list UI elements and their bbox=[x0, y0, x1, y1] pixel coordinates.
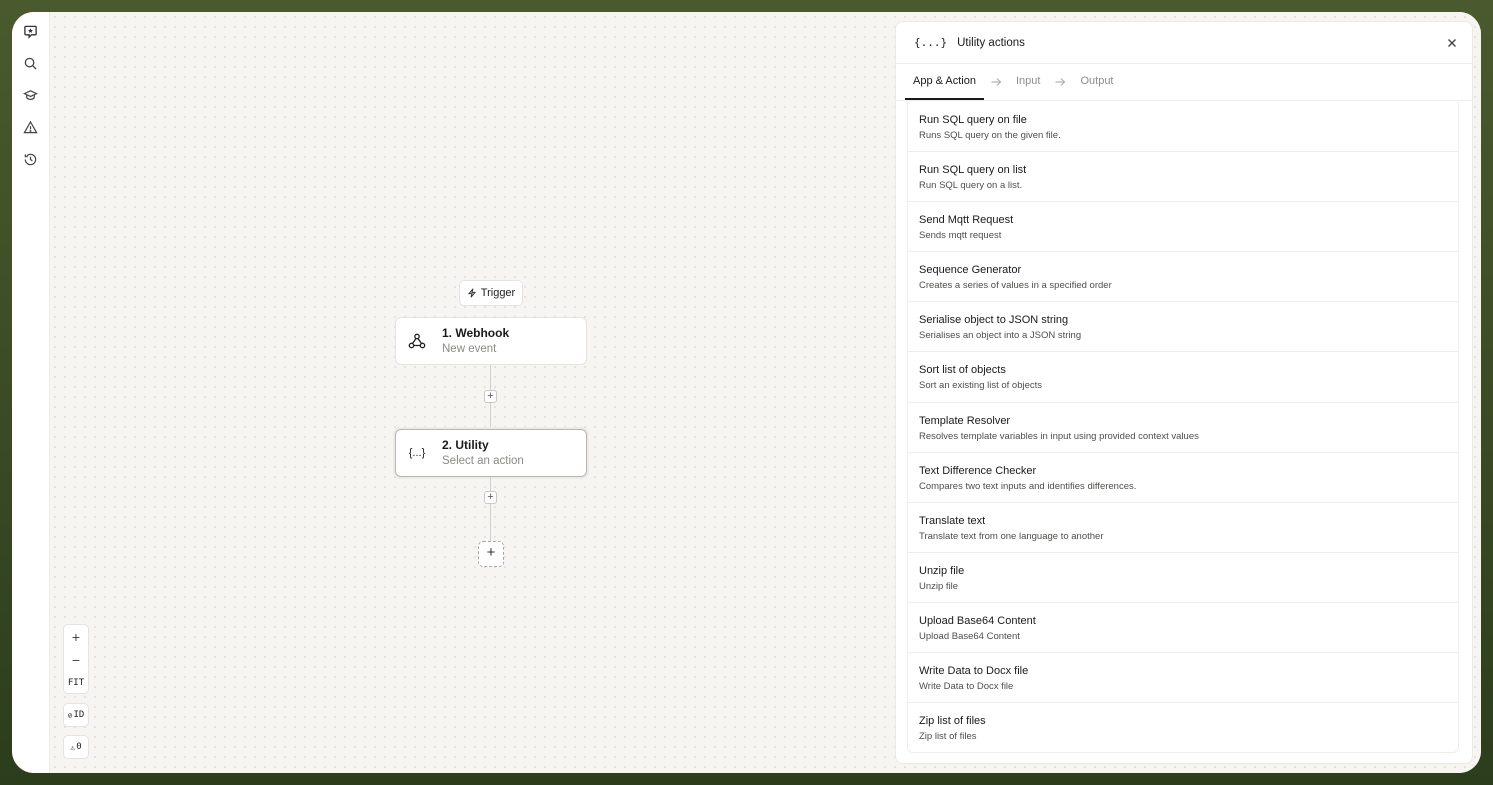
action-desc: Zip list of files bbox=[919, 731, 977, 743]
step-title: 1. Webhook bbox=[442, 325, 510, 340]
braces-icon: {...} bbox=[914, 36, 948, 49]
trigger-chip: Trigger bbox=[459, 280, 523, 306]
action-desc: Creates a series of values in a specifie… bbox=[919, 280, 1112, 292]
warning-icon[interactable] bbox=[18, 114, 44, 140]
action-desc: Sends mqtt request bbox=[919, 230, 1002, 242]
action-title: Run SQL query on file bbox=[919, 114, 1027, 126]
list-item[interactable]: Send Mqtt Request Sends mqtt request bbox=[908, 202, 1458, 253]
panel-header: {...} Utility actions bbox=[896, 22, 1472, 64]
panel-tabs: App & Action Input Output bbox=[896, 64, 1472, 101]
action-title: Unzip file bbox=[919, 564, 965, 577]
action-desc: Compares two text inputs and identifies … bbox=[919, 480, 1137, 492]
action-title: Translate text bbox=[919, 514, 986, 527]
id-toggle-button[interactable]: ⊘ ID bbox=[63, 703, 89, 727]
braces-icon: {...} bbox=[408, 447, 426, 459]
tab-input[interactable]: Input bbox=[1008, 64, 1048, 100]
action-title: Run SQL query on list bbox=[919, 164, 1027, 177]
list-item[interactable]: Zip list of files Zip list of files bbox=[908, 703, 1458, 753]
action-desc: Translate text from one language to anot… bbox=[919, 530, 1104, 542]
history-icon[interactable] bbox=[18, 146, 44, 172]
action-list: Run SQL query on file Runs SQL query on … bbox=[907, 102, 1459, 753]
action-desc: Run SQL query on a list. bbox=[919, 180, 1023, 192]
connector-line bbox=[490, 477, 491, 541]
list-item[interactable]: Text Difference Checker Compares two tex… bbox=[908, 453, 1458, 503]
list-item[interactable]: Template Resolver Resolves template vari… bbox=[908, 403, 1458, 453]
fit-button[interactable]: FIT bbox=[64, 671, 88, 694]
logo-icon[interactable] bbox=[18, 18, 44, 44]
list-item[interactable]: Sort list of objects Sort an existing li… bbox=[908, 352, 1458, 403]
lightning-icon bbox=[467, 288, 476, 298]
action-desc: Write Data to Docx file bbox=[919, 681, 1014, 693]
close-icon[interactable] bbox=[1444, 35, 1460, 51]
tab-output[interactable]: Output bbox=[1072, 64, 1121, 100]
action-title: Upload Base64 Content bbox=[919, 614, 1036, 627]
action-title: Template Resolver bbox=[919, 414, 1011, 427]
utility-actions-panel: {...} Utility actions App & Action Input… bbox=[895, 21, 1473, 764]
arrow-right-icon bbox=[984, 64, 1008, 100]
list-item[interactable]: Sequence Generator Creates a series of v… bbox=[908, 252, 1458, 303]
action-title: Sort list of objects bbox=[919, 364, 1006, 377]
action-desc: Serialises an object into a JSON string bbox=[919, 330, 1082, 342]
search-icon[interactable] bbox=[18, 50, 44, 76]
warnings-button[interactable]: ⚠ 0 bbox=[63, 735, 89, 759]
action-title: Send Mqtt Request bbox=[919, 214, 1014, 227]
left-rail bbox=[12, 12, 50, 773]
action-desc: Upload Base64 Content bbox=[919, 630, 1020, 642]
add-step-button[interactable]: + bbox=[484, 390, 497, 403]
step-subtitle: New event bbox=[442, 342, 497, 355]
action-desc: Resolves template variables in input usi… bbox=[919, 430, 1199, 442]
action-title: Sequence Generator bbox=[919, 264, 1022, 277]
action-title: Zip list of files bbox=[919, 715, 986, 728]
id-toggle-label: ID bbox=[73, 710, 85, 720]
action-title: Serialise object to JSON string bbox=[919, 314, 1069, 327]
webhook-icon bbox=[406, 330, 428, 352]
add-step-button[interactable]: + bbox=[484, 491, 497, 504]
zoom-out-button[interactable]: − bbox=[64, 648, 88, 671]
list-item[interactable]: Run SQL query on list Run SQL query on a… bbox=[908, 152, 1458, 203]
panel-title: Utility actions bbox=[957, 36, 1025, 49]
tab-app-action[interactable]: App & Action bbox=[905, 64, 984, 100]
graduation-cap-icon[interactable] bbox=[18, 82, 44, 108]
warning-icon: ⚠ bbox=[70, 742, 76, 752]
trigger-label: Trigger bbox=[480, 287, 516, 299]
action-title: Text Difference Checker bbox=[919, 464, 1037, 477]
warnings-count: 0 bbox=[76, 742, 82, 752]
step-subtitle: Select an action bbox=[442, 454, 524, 467]
step-webhook[interactable]: 1. Webhook New event bbox=[395, 317, 587, 365]
eye-off-icon: ⊘ bbox=[67, 710, 73, 720]
action-title: Write Data to Docx file bbox=[919, 665, 1029, 678]
list-item[interactable]: Translate text Translate text from one l… bbox=[908, 503, 1458, 553]
add-final-step-button[interactable]: + bbox=[478, 541, 504, 567]
action-desc: Unzip file bbox=[919, 580, 959, 592]
app-window: Trigger 1. Webhook New event + {...} 2. … bbox=[12, 12, 1481, 773]
step-title: 2. Utility bbox=[442, 437, 489, 452]
action-desc: Runs SQL query on the given file. bbox=[919, 130, 1061, 141]
list-item[interactable]: Upload Base64 Content Upload Base64 Cont… bbox=[908, 603, 1458, 654]
arrow-right-icon bbox=[1048, 64, 1072, 100]
step-utility[interactable]: {...} 2. Utility Select an action bbox=[395, 429, 587, 477]
list-item[interactable]: Unzip file Unzip file bbox=[908, 553, 1458, 603]
zoom-in-button[interactable]: + bbox=[64, 625, 88, 648]
list-item[interactable]: Write Data to Docx file Write Data to Do… bbox=[908, 653, 1458, 704]
action-desc: Sort an existing list of objects bbox=[919, 380, 1043, 392]
zoom-controls: + − FIT bbox=[63, 624, 89, 694]
list-item[interactable]: Serialise object to JSON string Serialis… bbox=[908, 302, 1458, 353]
list-item[interactable]: Run SQL query on file Runs SQL query on … bbox=[908, 102, 1458, 153]
